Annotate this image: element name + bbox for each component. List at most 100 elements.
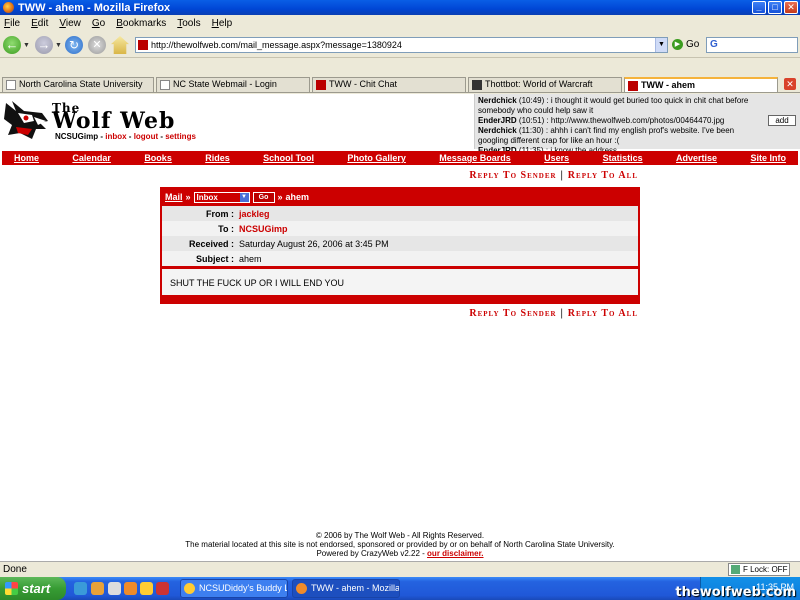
status-bar: Done F Lock: OFF — [0, 561, 800, 577]
tab-label: TWW - ahem — [641, 80, 695, 90]
page-icon — [6, 80, 16, 90]
nav-statistics[interactable]: Statistics — [603, 153, 643, 163]
menu-bookmarks[interactable]: Bookmarks — [116, 18, 166, 29]
nav-advertise[interactable]: Advertise — [676, 153, 717, 163]
quicklaunch-app-icon[interactable] — [156, 582, 169, 595]
navigation-toolbar: ← ▼ → ▼ ↻ ✕ http://thewolfweb.com/mail_m… — [0, 31, 800, 58]
google-icon: G — [710, 39, 718, 50]
footer: © 2006 by The Wolf Web - All Rights Rese… — [0, 531, 800, 558]
menu-tools[interactable]: Tools — [177, 18, 200, 29]
wolf-logo-icon[interactable] — [2, 99, 50, 141]
chat-add-button[interactable]: add — [768, 115, 796, 126]
task-buddy-list[interactable]: NCSUDiddy's Buddy Li... — [180, 579, 288, 598]
footer-copyright: © 2006 by The Wolf Web - All Rights Rese… — [315, 531, 485, 540]
disclaimer-link[interactable]: our disclaimer. — [427, 549, 483, 558]
back-history-dropdown-icon[interactable]: ▼ — [23, 42, 30, 49]
tab-thottbot[interactable]: Thottbot: World of Warcraft — [468, 77, 622, 92]
chat-line: Nerdchick (10:49) : i thought it would g… — [478, 96, 749, 115]
reload-icon[interactable]: ↻ — [65, 36, 83, 54]
tab-bar: North Carolina State University NC State… — [0, 76, 800, 93]
header-row-subject: Subject : ahem — [162, 251, 638, 266]
menu-file[interactable]: File — [4, 18, 20, 29]
from-user-link[interactable]: jackleg — [237, 209, 270, 219]
nav-books[interactable]: Books — [144, 153, 172, 163]
tww-icon — [628, 81, 638, 91]
nav-home[interactable]: Home — [14, 153, 39, 163]
menu-go[interactable]: Go — [92, 18, 105, 29]
close-window-button[interactable]: ✕ — [784, 1, 798, 14]
tab-chit-chat[interactable]: TWW - Chit Chat — [312, 77, 466, 92]
home-icon[interactable] — [111, 36, 129, 54]
footer-notice: The material located at this site is not… — [185, 540, 615, 549]
tab-ahem[interactable]: TWW - ahem — [624, 77, 778, 92]
quicklaunch-media-icon[interactable] — [108, 582, 121, 595]
tab-ncsu[interactable]: North Carolina State University — [2, 77, 154, 92]
reply-to-sender-link[interactable]: Reply To Sender — [469, 170, 556, 181]
nav-users[interactable]: Users — [544, 153, 569, 163]
back-arrow-icon[interactable]: ← — [3, 36, 21, 54]
message-body: SHUT THE FUCK UP OR I WILL END YOU — [162, 269, 638, 295]
quicklaunch-ie-icon[interactable] — [74, 582, 87, 595]
site-header: The Wolf Web NCSUGimp - inbox - logout -… — [0, 94, 470, 149]
chat-line: Nerdchick (11:30) : ahhh i can't find my… — [478, 126, 735, 145]
inbox-link[interactable]: inbox — [105, 132, 126, 141]
message-breadcrumb: Mail » Inbox ▼ Go » ahem — [165, 191, 310, 203]
username-label: NCSUGimp — [55, 132, 99, 141]
message-subject-crumb: ahem — [285, 192, 310, 202]
tab-label: North Carolina State University — [19, 79, 143, 89]
received-date: Saturday August 26, 2006 at 3:45 PM — [239, 238, 389, 249]
thottbot-icon — [472, 80, 482, 90]
reply-to-sender-link[interactable]: Reply To Sender — [469, 308, 556, 319]
lock-icon — [731, 565, 740, 574]
chat-box[interactable]: Nerdchick (10:49) : i thought it would g… — [474, 94, 800, 155]
menu-help[interactable]: Help — [212, 18, 233, 29]
tab-label: Thottbot: World of Warcraft — [485, 79, 593, 89]
nav-site-info[interactable]: Site Info — [750, 153, 786, 163]
search-input[interactable]: G — [706, 37, 798, 53]
maximize-button[interactable]: □ — [768, 1, 782, 14]
go-button[interactable]: ▶ Go — [672, 39, 699, 50]
quicklaunch-aim-icon[interactable] — [140, 582, 153, 595]
url-text: http://thewolfweb.com/mail_message.aspx?… — [151, 40, 402, 50]
folder-go-button[interactable]: Go — [252, 191, 275, 203]
forward-history-dropdown-icon[interactable]: ▼ — [55, 42, 62, 49]
aim-icon — [184, 583, 195, 594]
quicklaunch-winamp-icon[interactable] — [91, 582, 104, 595]
stop-icon[interactable]: ✕ — [88, 36, 106, 54]
reply-to-all-link[interactable]: Reply To All — [568, 308, 638, 319]
window-title: TWW - ahem - Mozilla Firefox — [18, 1, 171, 14]
main-navigation: Home Calendar Books Rides School Tool Ph… — [2, 151, 798, 165]
start-button[interactable]: start — [0, 577, 66, 600]
nav-photo-gallery[interactable]: Photo Gallery — [347, 153, 406, 163]
nav-message-boards[interactable]: Message Boards — [439, 153, 511, 163]
quicklaunch-firefox-icon[interactable] — [124, 582, 137, 595]
task-firefox[interactable]: TWW - ahem - Mozilla... — [292, 579, 400, 598]
menu-edit[interactable]: Edit — [31, 18, 48, 29]
settings-link[interactable]: settings — [165, 132, 196, 141]
status-text: Done — [3, 564, 27, 575]
mail-link[interactable]: Mail — [165, 192, 183, 202]
close-tab-icon[interactable]: ✕ — [784, 78, 796, 90]
nav-rides[interactable]: Rides — [205, 153, 230, 163]
message-panel: Mail » Inbox ▼ Go » ahem From : jackleg … — [160, 187, 640, 304]
url-history-dropdown-icon[interactable]: ▼ — [655, 38, 667, 52]
folder-select[interactable]: Inbox ▼ — [193, 191, 250, 203]
reply-to-all-link[interactable]: Reply To All — [568, 170, 638, 181]
page-icon — [160, 80, 170, 90]
nav-calendar[interactable]: Calendar — [72, 153, 111, 163]
nav-school-tool[interactable]: School Tool — [263, 153, 314, 163]
minimize-button[interactable]: _ — [752, 1, 766, 14]
tab-webmail[interactable]: NC State Webmail - Login — [156, 77, 310, 92]
url-input[interactable]: http://thewolfweb.com/mail_message.aspx?… — [135, 37, 668, 53]
logout-link[interactable]: logout — [134, 132, 158, 141]
subject-value: ahem — [239, 253, 262, 264]
site-favicon-icon — [138, 40, 148, 50]
window-title-bar[interactable]: TWW - ahem - Mozilla Firefox _ □ ✕ — [0, 0, 800, 15]
forward-arrow-icon[interactable]: → — [35, 36, 53, 54]
flock-indicator[interactable]: F Lock: OFF — [728, 563, 790, 576]
menu-view[interactable]: View — [59, 18, 81, 29]
windows-flag-icon — [5, 582, 18, 595]
firefox-icon — [3, 2, 14, 13]
chat-line: EnderJRD (10:51) : http://www.thewolfweb… — [478, 116, 725, 125]
to-user-link[interactable]: NCSUGimp — [237, 224, 288, 234]
